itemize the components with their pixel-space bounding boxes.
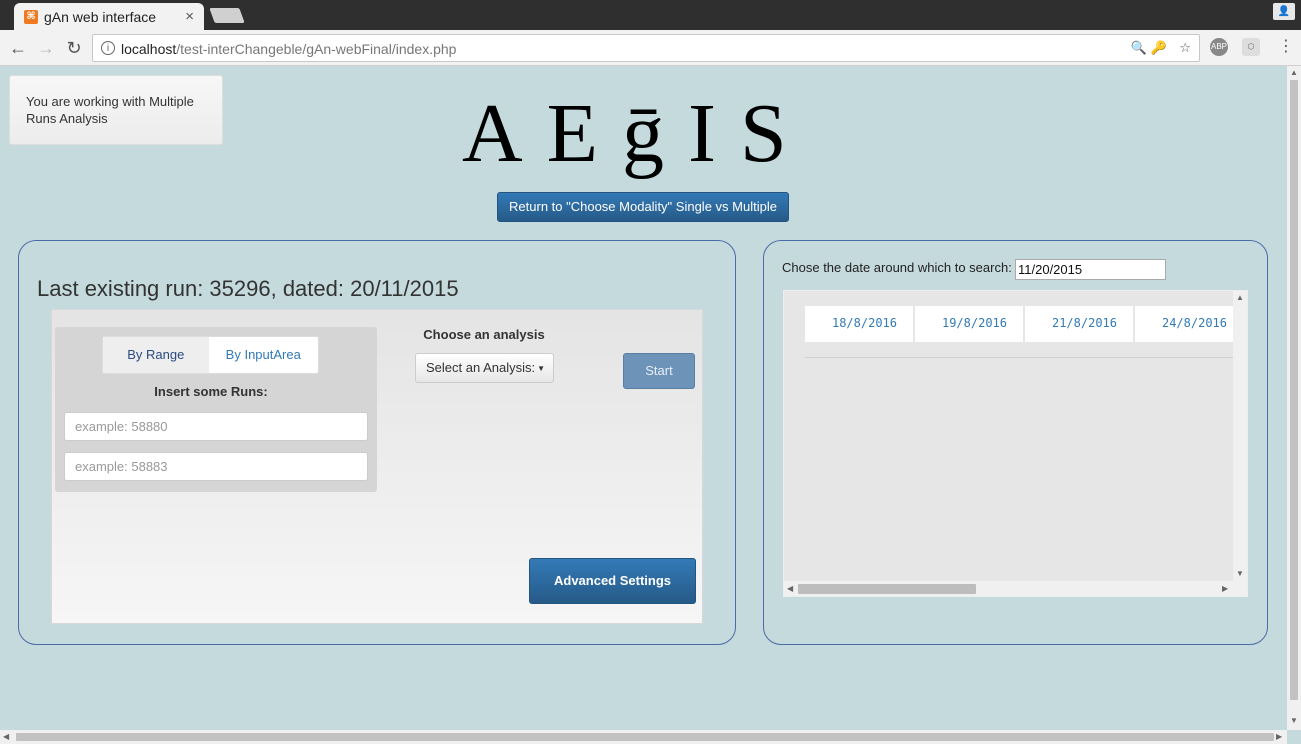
tab-close-icon[interactable]: × <box>185 8 194 25</box>
info-icon[interactable]: i <box>101 41 115 55</box>
page-vertical-thumb[interactable] <box>1290 80 1298 700</box>
scroll-right-icon[interactable]: ▶ <box>1222 584 1228 593</box>
date-link[interactable]: 19/8/2016 <box>915 306 1023 342</box>
dates-row: 18/8/2016 19/8/2016 21/8/2016 24/8/2016 <box>805 306 1245 342</box>
choose-analysis-label: Choose an analysis <box>423 327 545 342</box>
run-start-input[interactable] <box>64 412 368 441</box>
analysis-select-value: Select an Analysis: <box>426 360 536 375</box>
browser-toolbar: ← → ↻ i localhost/test-interChangeble/gA… <box>0 30 1301 66</box>
mode-indicator: You are working with Multiple Runs Analy… <box>9 75 223 145</box>
dates-vertical-scrollbar[interactable]: ▲ ▼ <box>1233 291 1247 581</box>
scroll-left-icon[interactable]: ◀ <box>787 584 793 593</box>
page-scroll-up-icon[interactable]: ▲ <box>1290 68 1298 77</box>
url-text: localhost/test-interChangeble/gAn-webFin… <box>121 41 457 57</box>
user-profile-icon[interactable]: 👤 <box>1273 3 1295 20</box>
input-mode-tabs: By Range By InputArea <box>102 336 319 374</box>
menu-dots-icon[interactable]: ⋮ <box>1278 36 1294 56</box>
advanced-settings-button[interactable]: Advanced Settings <box>529 558 696 604</box>
page-scroll-down-icon[interactable]: ▼ <box>1290 716 1298 725</box>
new-tab-button[interactable] <box>209 8 245 23</box>
date-link[interactable]: 18/8/2016 <box>805 306 913 342</box>
date-link[interactable]: 21/8/2016 <box>1025 306 1133 342</box>
page-vertical-scrollbar[interactable]: ▲ ▼ <box>1287 66 1301 730</box>
page-scroll-left-icon[interactable]: ◀ <box>3 732 9 741</box>
scroll-up-icon[interactable]: ▲ <box>1236 293 1244 302</box>
tab-by-inputarea[interactable]: By InputArea <box>209 337 318 373</box>
reload-icon[interactable]: ↻ <box>62 36 86 60</box>
last-run-title: Last existing run: 35296, dated: 20/11/2… <box>37 276 459 301</box>
adblock-extension-icon[interactable]: ABP <box>1210 38 1228 56</box>
return-modality-button[interactable]: Return to "Choose Modality" Single vs Mu… <box>497 192 789 222</box>
zoom-icon[interactable]: 🔍 <box>1131 40 1147 56</box>
key-icon[interactable]: 🔑 <box>1151 40 1167 56</box>
browser-tab[interactable]: ⌘ gAn web interface × <box>14 3 204 30</box>
dates-horizontal-scrollbar[interactable]: ◀ ▶ <box>784 581 1247 596</box>
aegis-logo: AEḡIS <box>462 87 811 180</box>
date-search-label: Chose the date around which to search: <box>782 260 1012 275</box>
scroll-down-icon[interactable]: ▼ <box>1236 569 1244 578</box>
date-link[interactable]: 24/8/2016 <box>1135 306 1243 342</box>
page-horizontal-thumb[interactable] <box>16 733 1274 741</box>
back-arrow-icon[interactable]: ← <box>6 36 30 60</box>
bookmark-star-icon[interactable]: ☆ <box>1179 40 1191 56</box>
analysis-select[interactable]: Select an Analysis: ▼ <box>415 353 554 383</box>
forward-arrow-icon[interactable]: → <box>34 36 58 60</box>
tab-title: gAn web interface <box>44 8 157 25</box>
browser-tab-bar: ⌘ gAn web interface × 👤 <box>0 0 1301 30</box>
dates-scroll-thumb[interactable] <box>798 584 976 594</box>
date-search-input[interactable]: 11/20/2015 <box>1015 259 1166 280</box>
divider <box>805 357 1233 358</box>
tab-by-range[interactable]: By Range <box>103 337 209 373</box>
page-scroll-right-icon[interactable]: ▶ <box>1276 732 1282 741</box>
dates-scroll-area[interactable]: 18/8/2016 19/8/2016 21/8/2016 24/8/2016 … <box>783 290 1248 597</box>
extension-cube-icon[interactable]: ⬡ <box>1242 38 1260 56</box>
start-button[interactable]: Start <box>623 353 695 389</box>
run-end-input[interactable] <box>64 452 368 481</box>
page-horizontal-scrollbar[interactable]: ◀ ▶ <box>0 730 1287 744</box>
caret-down-icon: ▼ <box>537 363 546 373</box>
xampp-favicon-icon: ⌘ <box>24 9 38 24</box>
insert-runs-label: Insert some Runs: <box>154 384 268 399</box>
address-bar[interactable]: i localhost/test-interChangeble/gAn-webF… <box>92 34 1200 62</box>
